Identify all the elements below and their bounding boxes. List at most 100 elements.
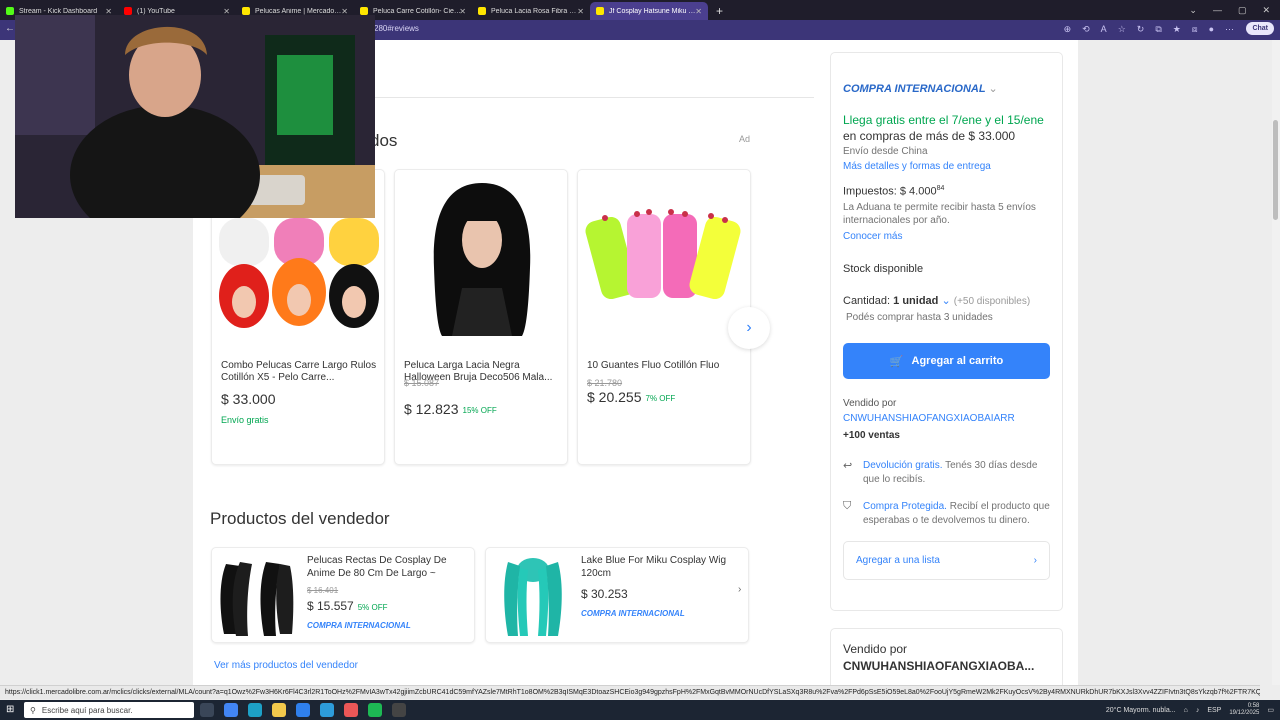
- product-image-black-wig: [402, 178, 562, 336]
- status-bar-url: https://click1.mercadolibre.com.ar/mclic…: [0, 685, 1260, 699]
- read-aloud-icon[interactable]: A: [1101, 24, 1107, 35]
- taskbar-search[interactable]: ⚲ Escribe aquí para buscar.: [24, 702, 194, 718]
- chevron-down-icon[interactable]: ⌄: [1189, 5, 1197, 16]
- seller-name[interactable]: CNWUHANSHIAOFANGXIAOBA...: [843, 659, 1034, 673]
- collections-icon[interactable]: ⧈: [1192, 24, 1198, 35]
- windows-start-icon[interactable]: ⊞: [6, 704, 14, 715]
- quantity-label: Cantidad:: [843, 295, 891, 307]
- spotify-icon[interactable]: [368, 703, 382, 717]
- free-shipping-dates: Llega gratis entre el 7/ene y el 15/ene: [843, 113, 1044, 127]
- url-text[interactable]: 280#reviews: [374, 24, 419, 33]
- quantity-value: 1 unidad: [893, 295, 939, 307]
- product-price: $ 30.253: [581, 587, 628, 601]
- tab-label: Peluca Carre Cotillón- Cienfuegos: [373, 7, 461, 15]
- international-purchase-label: COMPRA INTERNACIONAL: [581, 609, 685, 618]
- task-view-icon[interactable]: [200, 703, 214, 717]
- file-explorer-icon[interactable]: [272, 703, 286, 717]
- product-price: $ 20.255 7% OFF: [587, 389, 675, 405]
- volume-icon[interactable]: ♪: [1196, 707, 1200, 714]
- discount-badge: 5% OFF: [357, 603, 388, 612]
- product-title[interactable]: Pelucas Rectas De Cosplay De Anime De 80…: [307, 554, 467, 580]
- webcam-overlay: [15, 15, 375, 218]
- back-arrow-icon[interactable]: ←: [5, 23, 15, 34]
- close-icon[interactable]: ✕: [577, 7, 584, 16]
- seller-product-card[interactable]: Pelucas Rectas De Cosplay De Anime De 80…: [211, 547, 475, 643]
- translate-icon[interactable]: ⟲: [1082, 24, 1090, 35]
- seller-info-box: Vendido por CNWUHANSHIAOFANGXIAOBA...: [830, 628, 1063, 688]
- more-icon[interactable]: ⋯: [1225, 24, 1234, 35]
- add-to-list-button[interactable]: Agregar a una lista ›: [843, 541, 1050, 580]
- shield-icon: ⛉: [843, 500, 852, 512]
- chevron-down-icon: ⌄: [988, 83, 998, 95]
- scrollbar-thumb[interactable]: [1273, 120, 1278, 220]
- notifications-icon[interactable]: ▭: [1267, 706, 1274, 714]
- return-link[interactable]: Devolución gratis.: [863, 460, 942, 471]
- maximize-icon[interactable]: ▢: [1238, 5, 1247, 16]
- close-window-icon[interactable]: ✕: [1262, 5, 1270, 16]
- store-icon[interactable]: [296, 703, 310, 717]
- language-indicator[interactable]: ESP: [1207, 707, 1221, 714]
- taxes-text: Impuestos: $ 4.00084: [843, 185, 944, 198]
- network-icon[interactable]: ⌂: [1184, 707, 1188, 714]
- mercadolibre-icon: [242, 7, 250, 15]
- close-icon[interactable]: ✕: [695, 7, 702, 16]
- seller-name-link[interactable]: CNWUHANSHIAOFANGXIAOBAIARR: [843, 413, 1015, 424]
- product-card[interactable]: 10 Guantes Fluo Cotillón Fluo $ 21.780 $…: [577, 169, 751, 465]
- ships-from-text: Envío desde China: [843, 146, 928, 157]
- chevron-right-icon[interactable]: ›: [738, 584, 741, 595]
- edge-icon[interactable]: [248, 703, 262, 717]
- clock[interactable]: 0:58 19/12/2025: [1229, 703, 1259, 717]
- product-title[interactable]: Combo Pelucas Carre Largo Rulos Cotillón…: [221, 360, 379, 384]
- stock-label: Stock disponible: [843, 263, 924, 275]
- favorites-icon[interactable]: ★: [1173, 24, 1181, 35]
- tab-label: Pelucas Anime | MercadoLibre: [255, 7, 343, 15]
- quantity-selector[interactable]: Cantidad: 1 unidad ⌄ (+50 disponibles): [843, 294, 1030, 307]
- new-tab-button[interactable]: +: [708, 2, 731, 20]
- extensions-icon[interactable]: ⧉: [1155, 24, 1161, 35]
- weather-text[interactable]: 20°C Mayorm. nubla...: [1106, 707, 1176, 714]
- discount-badge: 7% OFF: [645, 393, 676, 403]
- tab-mercadolibre-active[interactable]: Jf Cosplay Hatsune Miku Personaj✕: [590, 2, 708, 20]
- zoom-icon[interactable]: ⊕: [1064, 24, 1072, 35]
- seller-products-title: Productos del vendedor: [210, 509, 390, 528]
- close-icon[interactable]: ✕: [459, 7, 466, 16]
- copilot-chat-button[interactable]: Chat: [1246, 22, 1274, 35]
- obs-icon[interactable]: [392, 703, 406, 717]
- cart-icon: 🛒: [889, 355, 904, 368]
- product-old-price: $ 21.780: [587, 378, 623, 388]
- delivery-details-link[interactable]: Más detalles y formas de entrega: [843, 161, 991, 172]
- taskbar-apps: [200, 703, 406, 717]
- taxes-value: Impuestos: $ 4.000: [843, 185, 937, 198]
- product-old-price: $ 16.401: [307, 586, 339, 595]
- seller-product-card[interactable]: Lake Blue For Miku Cosplay Wig 120cm $ 3…: [485, 547, 749, 643]
- refresh-icon[interactable]: ↻: [1137, 24, 1145, 35]
- kick-icon: [6, 7, 14, 15]
- app-icon[interactable]: [344, 703, 358, 717]
- customs-note: La Aduana te permite recibir hasta 5 env…: [843, 202, 1036, 226]
- international-purchase-label: COMPRA INTERNACIONAL: [307, 621, 411, 630]
- learn-more-link[interactable]: Conocer más: [843, 231, 902, 242]
- tab-mercadolibre-3[interactable]: Peluca Lacia Rosa Fibra Sintetica C✕: [472, 2, 590, 20]
- minimize-icon[interactable]: —: [1213, 5, 1222, 15]
- add-to-cart-button[interactable]: 🛒 Agregar al carrito: [843, 343, 1050, 379]
- protected-purchase: Compra Protegida. Recibí el producto que…: [863, 500, 1051, 528]
- international-purchase-label[interactable]: COMPRA INTERNACIONAL ⌄: [843, 82, 998, 95]
- protected-link[interactable]: Compra Protegida.: [863, 501, 947, 512]
- profile-icon[interactable]: ●: [1209, 24, 1214, 35]
- free-shipping-label: Envío gratis: [221, 415, 269, 425]
- carousel-next-button[interactable]: ›: [728, 307, 770, 349]
- price-value: $ 15.557: [307, 599, 354, 613]
- product-image-miku-wig: [492, 554, 574, 638]
- more-seller-products-link[interactable]: Ver más productos del vendedor: [214, 660, 358, 671]
- mail-icon[interactable]: [320, 703, 334, 717]
- tab-label: (1) YouTube: [137, 7, 175, 15]
- favorite-star-icon[interactable]: ☆: [1118, 24, 1126, 35]
- product-title[interactable]: Lake Blue For Miku Cosplay Wig 120cm: [581, 554, 741, 580]
- price-value: $ 20.255: [587, 389, 642, 405]
- product-old-price: $ 15.087: [404, 378, 440, 388]
- purchase-limit-note: Podés comprar hasta 3 unidades: [846, 312, 993, 323]
- chrome-icon[interactable]: [224, 703, 238, 717]
- date: 19/12/2025: [1229, 710, 1260, 716]
- product-card[interactable]: Peluca Larga Lacia Negra Halloween Bruja…: [394, 169, 568, 465]
- add-to-cart-label: Agregar al carrito: [911, 355, 1004, 367]
